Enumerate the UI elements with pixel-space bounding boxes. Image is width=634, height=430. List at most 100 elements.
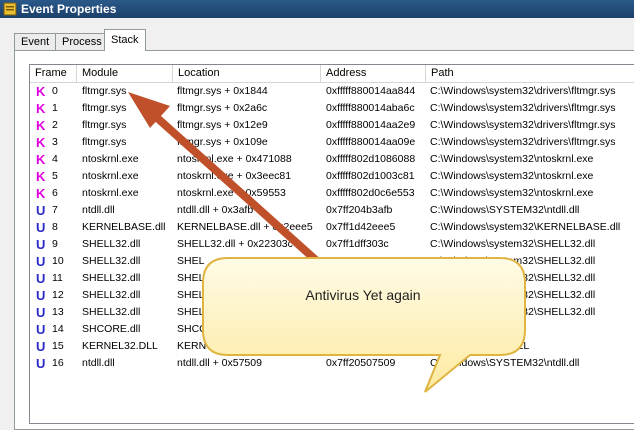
- annotation-text: Antivirus Yet again: [305, 287, 421, 303]
- user-mode-icon: U: [36, 305, 46, 320]
- cell-path: C:\Windows\system32\SHELL32.dll: [430, 255, 596, 267]
- user-mode-icon: U: [36, 254, 46, 269]
- table-row[interactable]: K 2 fltmgr.sys fltmgr.sys + 0x12e9 0xfffff88…: [30, 117, 634, 134]
- cell-module: fltmgr.sys: [82, 136, 127, 148]
- table-row[interactable]: K 5 ntoskrnl.exe ntoskrnl.exe + 0x3eec81 0xf…: [30, 168, 634, 185]
- cell-frame: 10: [52, 255, 64, 267]
- cell-path: C:\Windows\system32\ntoskrnl.exe: [430, 170, 594, 182]
- column-header-path[interactable]: Path: [426, 65, 634, 82]
- cell-frame: 1: [52, 102, 58, 114]
- cell-location: SHEL: [177, 306, 205, 318]
- cell-address: 0xfffff802d0c6e553: [326, 187, 415, 199]
- cell-location: SHEL: [177, 255, 205, 267]
- cell-path: C:\Windows\system32\drivers\fltmgr.sys: [430, 85, 616, 97]
- cell-module: SHELL32.dll: [82, 289, 141, 301]
- cell-path: M32\KERNEL32.DLL: [430, 340, 530, 352]
- stack-list-header: Frame Module Location Address Path: [30, 65, 634, 83]
- cell-module: SHELL32.dll: [82, 272, 141, 284]
- user-mode-icon: U: [36, 339, 46, 354]
- cell-frame: 14: [52, 323, 64, 335]
- user-mode-icon: U: [36, 288, 46, 303]
- kernel-mode-icon: K: [36, 118, 46, 133]
- cell-path: C:\Windows\SYSTEM32\ntdll.dll: [430, 204, 580, 216]
- kernel-mode-icon: K: [36, 84, 46, 99]
- table-row[interactable]: K 1 fltmgr.sys fltmgr.sys + 0x2a6c 0xfffff88…: [30, 100, 634, 117]
- cell-path: C:\Windows\system32\SHELL32.dll: [430, 306, 596, 318]
- cell-address: 0xfffff802d1086088: [326, 153, 416, 165]
- cell-location: SHCO: [177, 323, 208, 335]
- cell-location: fltmgr.sys + 0x12e9: [177, 119, 268, 131]
- table-row[interactable]: U 10 SHELL32.dll SHEL C:\Windows\system32\SH…: [30, 253, 634, 270]
- table-row[interactable]: U 15 KERNEL32.DLL KERN M32\KERNEL32.DLL: [30, 338, 634, 355]
- table-row[interactable]: U 8 KERNELBASE.dll KERNELBASE.dll + 0x2eee5…: [30, 219, 634, 236]
- table-row[interactable]: U 16 ntdll.dll ntdll.dll + 0x57509 0x7ff2050…: [30, 355, 634, 372]
- kernel-mode-icon: K: [36, 152, 46, 167]
- table-row[interactable]: U 11 SHELL32.dll SHEL C:\Windows\system32\SH…: [30, 270, 634, 287]
- cell-path: M32\SHCORE.dll: [430, 323, 512, 335]
- cell-frame: 8: [52, 221, 58, 233]
- column-header-frame[interactable]: Frame: [30, 65, 77, 82]
- cell-frame: 3: [52, 136, 58, 148]
- table-row[interactable]: U 14 SHCORE.dll SHCO M32\SHCORE.dll: [30, 321, 634, 338]
- title-bar: Event Properties: [0, 0, 634, 18]
- cell-module: ntoskrnl.exe: [82, 170, 139, 182]
- cell-frame: 2: [52, 119, 58, 131]
- cell-module: ntdll.dll: [82, 357, 115, 369]
- cell-path: C:\Windows\system32\drivers\fltmgr.sys: [430, 119, 616, 131]
- cell-location: SHEL: [177, 272, 205, 284]
- cell-location: ntoskrnl.exe + 0x471088: [177, 153, 292, 165]
- table-row[interactable]: K 3 fltmgr.sys fltmgr.sys + 0x109e 0xfffff88…: [30, 134, 634, 151]
- cell-module: SHELL32.dll: [82, 306, 141, 318]
- tab-process[interactable]: Process: [55, 33, 109, 50]
- cell-path: C:\Windows\system32\ntoskrnl.exe: [430, 187, 594, 199]
- table-row[interactable]: K 4 ntoskrnl.exe ntoskrnl.exe + 0x471088 0xf…: [30, 151, 634, 168]
- table-row[interactable]: K 6 ntoskrnl.exe ntoskrnl.exe + 0x59553 0xff…: [30, 185, 634, 202]
- column-header-location[interactable]: Location: [173, 65, 321, 82]
- cell-location: ntdll.dll + 0x57509: [177, 357, 262, 369]
- cell-address: 0xfffff880014aba6c: [326, 102, 415, 114]
- cell-path: C:\Windows\system32\SHELL32.dll: [430, 238, 596, 250]
- cell-address: 0xfffff880014aa2e9: [326, 119, 416, 131]
- cell-address: 0xfffff880014aa844: [326, 85, 416, 97]
- cell-frame: 0: [52, 85, 58, 97]
- cell-frame: 11: [52, 272, 63, 284]
- table-row[interactable]: U 13 SHELL32.dll SHEL C:\Windows\system32\SH…: [30, 304, 634, 321]
- cell-frame: 4: [52, 153, 58, 165]
- cell-location: SHEL: [177, 289, 205, 301]
- table-row[interactable]: U 9 SHELL32.dll SHELL32.dll + 0x22303c 0x7ff…: [30, 236, 634, 253]
- column-header-module[interactable]: Module: [77, 65, 173, 82]
- cell-address: 0x7ff20507509: [326, 357, 396, 369]
- cell-frame: 5: [52, 170, 58, 182]
- cell-frame: 13: [52, 306, 64, 318]
- user-mode-icon: U: [36, 203, 46, 218]
- tab-stack[interactable]: Stack: [104, 29, 146, 51]
- cell-module: ntoskrnl.exe: [82, 153, 139, 165]
- cell-module: fltmgr.sys: [82, 119, 127, 131]
- cell-location: ntdll.dll + 0x3afb: [177, 204, 254, 216]
- tab-event[interactable]: Event: [14, 33, 57, 50]
- kernel-mode-icon: K: [36, 169, 46, 184]
- cell-path: C:\Windows\system32\SHELL32.dll: [430, 272, 596, 284]
- cell-module: SHELL32.dll: [82, 255, 141, 267]
- table-row[interactable]: U 7 ntdll.dll ntdll.dll + 0x3afb 0x7ff204b3a…: [30, 202, 634, 219]
- cell-module: ntoskrnl.exe: [82, 187, 139, 199]
- window-title: Event Properties: [21, 2, 117, 16]
- table-row[interactable]: K 0 fltmgr.sys fltmgr.sys + 0x1844 0xfffff88…: [30, 83, 634, 100]
- cell-location: fltmgr.sys + 0x2a6c: [177, 102, 268, 114]
- column-header-address[interactable]: Address: [321, 65, 426, 82]
- cell-location: SHELL32.dll + 0x22303c: [177, 238, 293, 250]
- user-mode-icon: U: [36, 237, 46, 252]
- cell-address: 0xfffff880014aa09e: [326, 136, 416, 148]
- cell-location: ntoskrnl.exe + 0x59553: [177, 187, 286, 199]
- user-mode-icon: U: [36, 322, 46, 337]
- cell-path: C:\Windows\system32\drivers\fltmgr.sys: [430, 102, 616, 114]
- cell-address: 0x7ff1d42eee5: [326, 221, 396, 233]
- cell-path: C:\Windows\SYSTEM32\ntdll.dll: [430, 357, 580, 369]
- event-properties-icon: [3, 2, 17, 16]
- user-mode-icon: U: [36, 271, 46, 286]
- user-mode-icon: U: [36, 220, 46, 235]
- stack-list[interactable]: Frame Module Location Address Path K 0 flt…: [29, 64, 634, 424]
- cell-address: 0x7ff1dff303c: [326, 238, 389, 250]
- cell-location: fltmgr.sys + 0x1844: [177, 85, 268, 97]
- kernel-mode-icon: K: [36, 186, 46, 201]
